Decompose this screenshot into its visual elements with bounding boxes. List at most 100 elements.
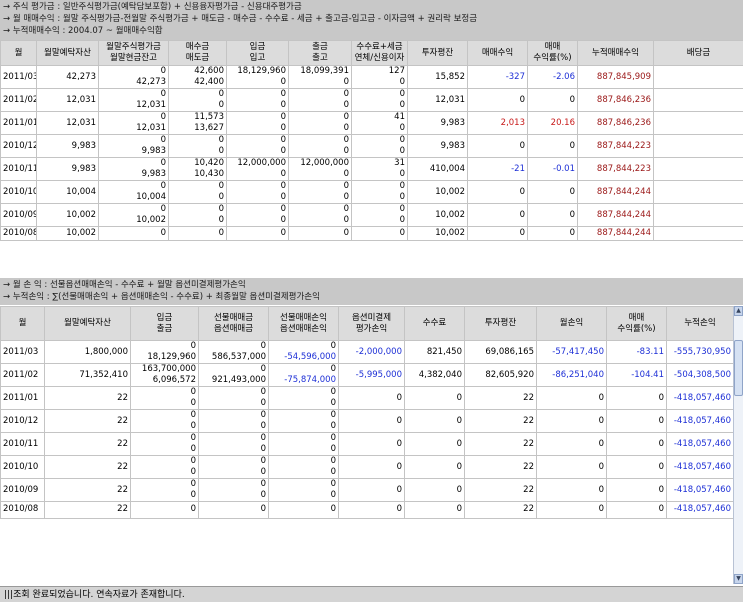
fee-tax-cell-value: 41 [394,112,405,123]
futures-options-pl-cell-value: 0 [330,398,336,408]
column-header: 배당금 [653,40,743,66]
option-unsettled-cell: -5,995,000 [338,363,405,387]
buy-sell-cell: 00 [168,134,227,158]
withdraw-cell: 0 [288,226,352,241]
futures-options-pl-cell-value: 0 [330,490,336,500]
profit-rate-cell: 0 [606,432,667,456]
deposit-withdraw-cell-value: 0 [190,341,196,352]
month-cell: 2010/08 [0,501,45,519]
futures-table-body: 2011/03 1,800,000 0 18,129,960 0 586,537,000 0… [0,340,734,519]
column-header: 옵션미결제 평가손익 [338,306,405,341]
table-row: 2010/09 22 0 0 0 0 0 0 0 0 22 0 0 -418,057,460 [0,478,734,502]
stock-cash-cell-value: 0 [160,89,166,100]
fee-cell: 0 [404,409,465,433]
avg-invest-cell: 15,852 [407,65,468,89]
table-row: 2010/10 22 0 0 0 0 0 0 0 0 22 0 0 -418,057,460 [0,455,734,479]
futures-options-trade-cell: 0 921,493,000 [198,363,269,387]
cum-pl-cell: -418,057,460 [666,455,734,479]
table-row: 2011/01 12,031 0 12,031 11,573 13,627 0 0 0 0 41 0 9… [0,111,743,135]
monthly-pl-cell: 0 [536,478,607,502]
column-header-label: 월 [14,47,23,58]
note-line: → 월 손 익 : 선물옵션매매손익 - 수수료 + 월말 옵션미결제평가손익 [3,280,246,290]
asset-cell: 22 [44,501,131,519]
fee-tax-cell-value: 0 [399,204,405,215]
withdraw-cell-value: 0 [343,227,349,238]
buy-sell-cell-value: 10,430 [194,169,224,179]
deposit-cell-value: 0 [280,181,286,192]
stock-cash-cell-value: 0 [160,112,166,123]
stock-table-body: 2011/03 42,273 0 42,273 42,600 42,400 18,129,9… [0,65,743,241]
fee-cell: 0 [404,478,465,502]
futures-options-pl-cell-value: 0 [330,421,336,431]
deposit-cell-value: 0 [280,100,286,110]
profit-rate-cell: 0 [606,478,667,502]
fee-tax-cell-value: 0 [399,135,405,146]
asset-cell: 22 [44,478,131,502]
deposit-cell-value: 0 [280,77,286,87]
month-cell: 2010/12 [0,134,37,158]
avg-invest-cell: 12,031 [407,88,468,112]
fee-tax-cell: 00 [351,180,408,204]
dividend-cell [653,88,743,112]
trade-profit-cell: 0 [467,134,528,158]
scroll-thumb[interactable] [734,340,743,396]
profit-rate-cell: 20.16 [527,111,578,135]
month-cell: 2010/10 [0,180,37,204]
status-text: |||조회 완료되었습니다. 연속자료가 존재합니다. [4,590,185,600]
asset-cell: 22 [44,455,131,479]
withdraw-cell: 00 [288,111,352,135]
futures-options-pl-cell-value: 0 [330,504,336,515]
scroll-up-icon[interactable]: ▲ [734,306,743,316]
asset-cell: 10,002 [36,226,99,241]
vertical-scrollbar[interactable]: ▲ ▼ [733,306,743,584]
column-header-label: 수익률(%) [617,323,656,334]
option-unsettled-cell: 0 [338,478,405,502]
fee-tax-cell-value: 0 [399,169,405,179]
avg-invest-cell: 9,983 [407,134,468,158]
futures-table-header: 월 월말예탁자산 입금 출금 선물매매금 옵션매매금 선물매매손익 옵션매매손익 옵션미결제 평가… [0,306,734,341]
deposit-cell: 00 [226,134,289,158]
futures-options-trade-cell-value: 0 [260,341,266,352]
buy-sell-cell-value: 0 [218,192,224,202]
option-unsettled-cell: 0 [338,432,405,456]
deposit-withdraw-cell-value: 0 [190,433,196,444]
profit-rate-cell: 0 [606,409,667,433]
buy-sell-cell: 10,420 10,430 [168,157,227,181]
deposit-cell-value: 0 [280,215,286,225]
table-row: 2011/02 71,352,410 163,700,000 6,096,572 0 92… [0,363,734,387]
table-row: 2010/10 10,004 0 10,004 0 0 0 0 0 0 0 0 10,002 0 0 887,… [0,180,743,204]
deposit-withdraw-cell: 00 [130,455,199,479]
monthly-pl-cell: 0 [536,501,607,519]
cum-profit-cell: 887,844,244 [577,180,654,204]
dividend-cell [653,65,743,89]
fee-tax-cell: 00 [351,134,408,158]
deposit-cell: 0 [226,226,289,241]
column-header: 수수료+세금 연체/신용이자 [351,40,408,66]
column-header-label: 연체/신용이자 [354,53,405,63]
stock-cash-cell: 0 9,983 [98,134,169,158]
avg-invest-cell: 9,983 [407,111,468,135]
fee-tax-cell-value: 127 [388,66,405,77]
deposit-withdraw-cell-value: 0 [190,387,196,398]
futures-options-pl-cell-value: -54,596,000 [284,352,336,362]
avg-invest-cell: 10,002 [407,226,468,241]
deposit-cell: 00 [226,88,289,112]
asset-cell: 42,273 [36,65,99,89]
scroll-down-icon[interactable]: ▼ [734,574,743,584]
asset-cell: 9,983 [36,157,99,181]
fee-tax-cell-value: 0 [399,192,405,202]
note-line: → 월 매매수익 : 월말 주식평가금-전월말 주식평가금 + 매도금 - 매수… [3,14,478,24]
column-header: 매매 수익률(%) [527,40,578,66]
withdraw-cell: 18,099,391 0 [288,65,352,89]
fee-tax-cell-value: 0 [399,123,405,133]
monthly-pl-cell: 0 [536,386,607,410]
month-cell: 2011/01 [0,386,45,410]
stock-cash-cell-value: 0 [160,181,166,192]
note-line: → 누적매매수익 : 2004.07 ~ 월매매수익합 [3,26,163,36]
avg-invest-cell: 22 [464,409,537,433]
avg-invest-cell: 22 [464,432,537,456]
buy-sell-cell-value: 13,627 [194,123,224,133]
buy-sell-cell: 11,573 13,627 [168,111,227,135]
deposit-cell-value: 18,129,960 [237,66,286,77]
asset-cell: 10,004 [36,180,99,204]
